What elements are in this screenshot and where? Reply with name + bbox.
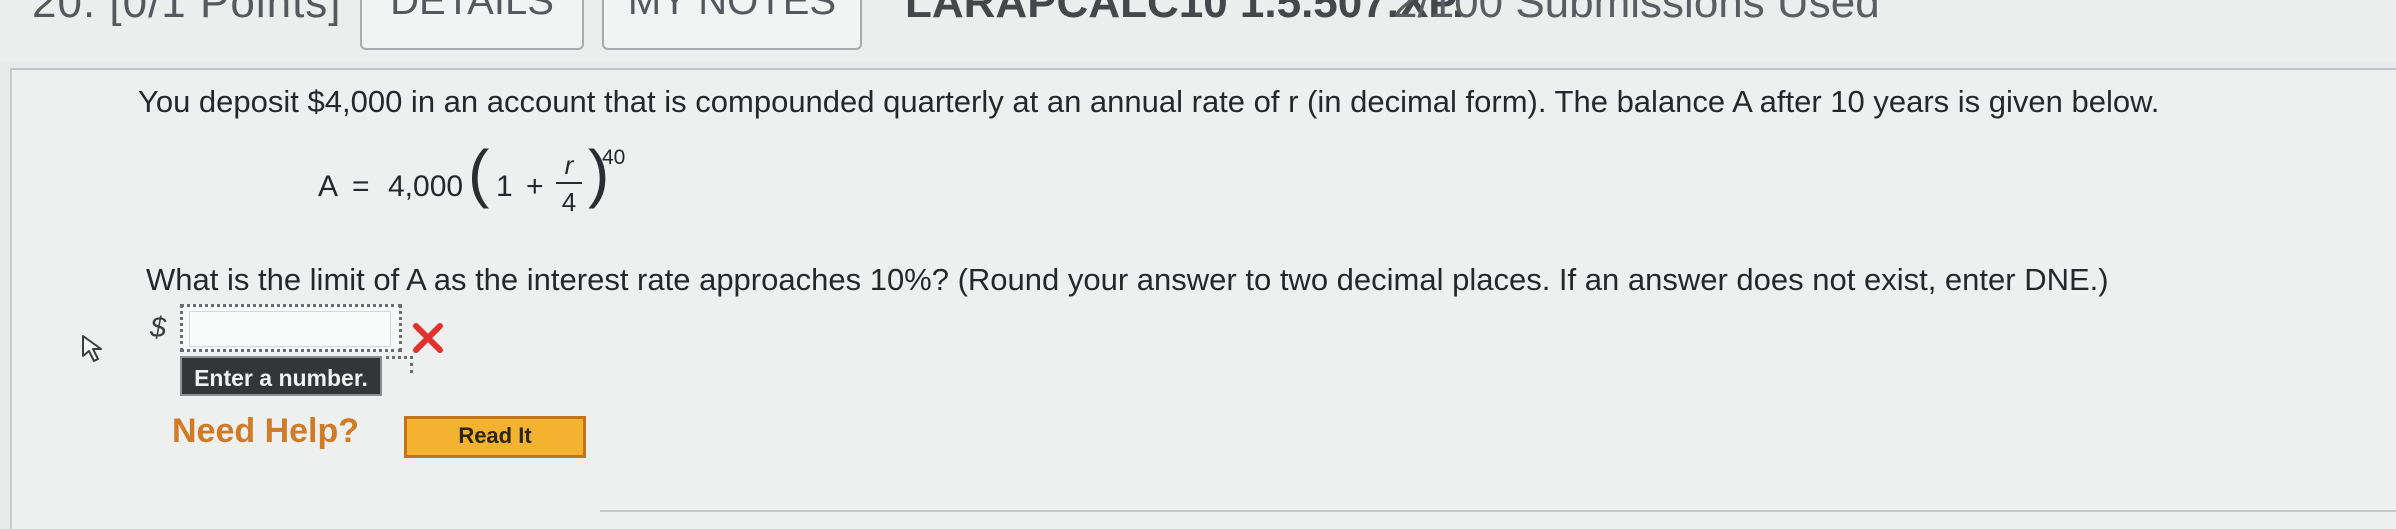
details-button[interactable]: DETAILS bbox=[360, 0, 584, 50]
submissions-count: 2/100 Submissions Used bbox=[1393, 0, 1880, 27]
divider bbox=[600, 510, 2396, 512]
fraction-bar bbox=[556, 182, 582, 184]
formula-lhs: A bbox=[318, 170, 339, 203]
formula-equals: = bbox=[352, 170, 370, 203]
assignment-header: 20. [0/1 Points] DETAILS MY NOTES LARAPC… bbox=[0, 0, 2396, 62]
tooltip-border bbox=[386, 356, 413, 373]
points-label: 20. [0/1 Points] bbox=[32, 0, 342, 27]
mouse-cursor-icon bbox=[82, 335, 102, 362]
formula-plus: + bbox=[526, 170, 544, 203]
need-help-label: Need Help? bbox=[172, 412, 360, 450]
formula-coefficient: 4,000 bbox=[388, 170, 464, 203]
limit-question: What is the limit of A as the interest r… bbox=[146, 262, 2109, 297]
formula-open-paren: ( bbox=[468, 137, 490, 209]
formula-fraction: r 4 bbox=[554, 150, 584, 218]
my-notes-button[interactable]: MY NOTES bbox=[602, 0, 862, 50]
answer-field-wrapper bbox=[180, 304, 402, 352]
fraction-numerator: r bbox=[564, 150, 574, 180]
problem-code: LARAPCALC10 1.5.507.XP. bbox=[905, 0, 1465, 27]
question-text: You deposit $4,000 in an account that is… bbox=[138, 84, 2160, 119]
currency-symbol: $ bbox=[150, 312, 167, 344]
formula-one: 1 bbox=[496, 170, 513, 203]
formula-exponent: 40 bbox=[602, 146, 626, 169]
read-it-button[interactable]: Read It bbox=[404, 416, 586, 458]
incorrect-x-icon bbox=[413, 323, 443, 353]
question-panel bbox=[10, 68, 2396, 529]
error-tooltip: Enter a number. bbox=[180, 356, 382, 396]
answer-input[interactable] bbox=[189, 311, 391, 347]
fraction-denominator: 4 bbox=[561, 187, 577, 217]
